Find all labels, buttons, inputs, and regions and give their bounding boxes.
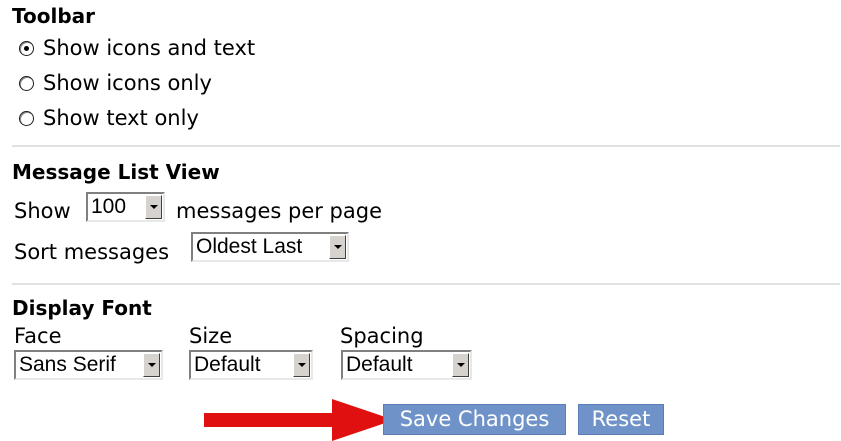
radio-show-text-only[interactable]: Show text only bbox=[19, 106, 199, 130]
font-spacing-select[interactable]: Default bbox=[341, 350, 472, 380]
radio-label-icons-and-text: Show icons and text bbox=[43, 36, 256, 60]
sort-messages-value: Oldest Last bbox=[196, 235, 303, 258]
font-size-value: Default bbox=[194, 353, 261, 376]
sort-messages-label: Sort messages bbox=[14, 240, 170, 264]
radio-unselected-icon[interactable] bbox=[19, 110, 34, 126]
chevron-down-icon[interactable] bbox=[452, 353, 469, 377]
save-changes-button[interactable]: Save Changes bbox=[383, 404, 566, 435]
radio-unselected-icon[interactable] bbox=[19, 75, 34, 91]
radio-show-icons-only[interactable]: Show icons only bbox=[19, 71, 212, 95]
spacing-label: Spacing bbox=[340, 324, 424, 348]
font-size-select[interactable]: Default bbox=[189, 350, 313, 380]
display-font-title: Display Font bbox=[12, 296, 152, 320]
chevron-down-icon[interactable] bbox=[293, 353, 310, 377]
toolbar-section-title: Toolbar bbox=[12, 4, 95, 28]
font-face-value: Sans Serif bbox=[19, 353, 116, 376]
chevron-down-icon[interactable] bbox=[145, 195, 162, 219]
radio-label-text-only: Show text only bbox=[43, 106, 199, 130]
size-label: Size bbox=[189, 324, 233, 348]
radio-label-icons-only: Show icons only bbox=[43, 71, 212, 95]
face-label: Face bbox=[14, 324, 62, 348]
messages-per-page-value: 100 bbox=[91, 195, 127, 218]
red-arrow-right-icon bbox=[204, 399, 394, 441]
radio-show-icons-and-text[interactable]: Show icons and text bbox=[19, 36, 255, 60]
messages-per-page-select[interactable]: 100 bbox=[86, 192, 165, 222]
font-face-select[interactable]: Sans Serif bbox=[14, 350, 163, 380]
section-divider bbox=[12, 145, 840, 147]
chevron-down-icon[interactable] bbox=[329, 235, 346, 259]
sort-messages-select[interactable]: Oldest Last bbox=[191, 232, 349, 262]
reset-button[interactable]: Reset bbox=[578, 404, 664, 435]
font-spacing-value: Default bbox=[346, 353, 413, 376]
chevron-down-icon[interactable] bbox=[143, 353, 160, 377]
message-list-view-title: Message List View bbox=[12, 160, 220, 184]
show-label: Show bbox=[14, 199, 71, 223]
messages-per-page-label: messages per page bbox=[176, 199, 383, 223]
radio-selected-icon[interactable] bbox=[19, 40, 34, 56]
section-divider bbox=[12, 283, 840, 285]
